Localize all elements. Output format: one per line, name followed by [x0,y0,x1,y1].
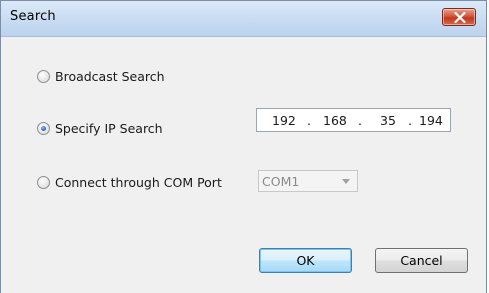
broadcast-search-option[interactable]: Broadcast Search [37,69,165,84]
ip-octet-2[interactable]: 168 [323,113,347,128]
com-port-radio[interactable] [37,176,50,189]
dialog-body: Broadcast Search Specify IP Search 192 .… [1,37,486,293]
ip-octet-1[interactable]: 192 [272,113,296,128]
broadcast-search-radio[interactable] [37,70,50,83]
ip-octet-4[interactable]: 194 [419,113,443,128]
broadcast-search-label: Broadcast Search [55,69,165,84]
com-port-select[interactable]: COM1 [258,170,358,192]
ip-octet-3[interactable]: 35 [380,113,396,128]
ip-separator-1: . [307,113,311,128]
search-dialog: Search Broadcast Search Specify IP Searc… [0,0,487,293]
chevron-down-icon [342,179,350,184]
com-port-label: Connect through COM Port [55,175,222,190]
cancel-button[interactable]: Cancel [375,248,468,273]
close-icon [454,12,466,23]
specify-ip-search-option[interactable]: Specify IP Search [37,121,163,136]
close-button[interactable] [442,8,476,26]
specify-ip-search-radio[interactable] [37,122,50,135]
window-title: Search [10,9,56,24]
ip-separator-2: . [358,113,362,128]
com-port-value: COM1 [262,174,300,189]
com-port-option[interactable]: Connect through COM Port [37,175,222,190]
specify-ip-search-label: Specify IP Search [55,121,163,136]
ip-separator-3: . [408,113,412,128]
ok-button[interactable]: OK [259,248,352,273]
title-bar: Search [1,1,486,37]
ip-address-field[interactable]: 192 . 168 . 35 . 194 [256,108,451,132]
